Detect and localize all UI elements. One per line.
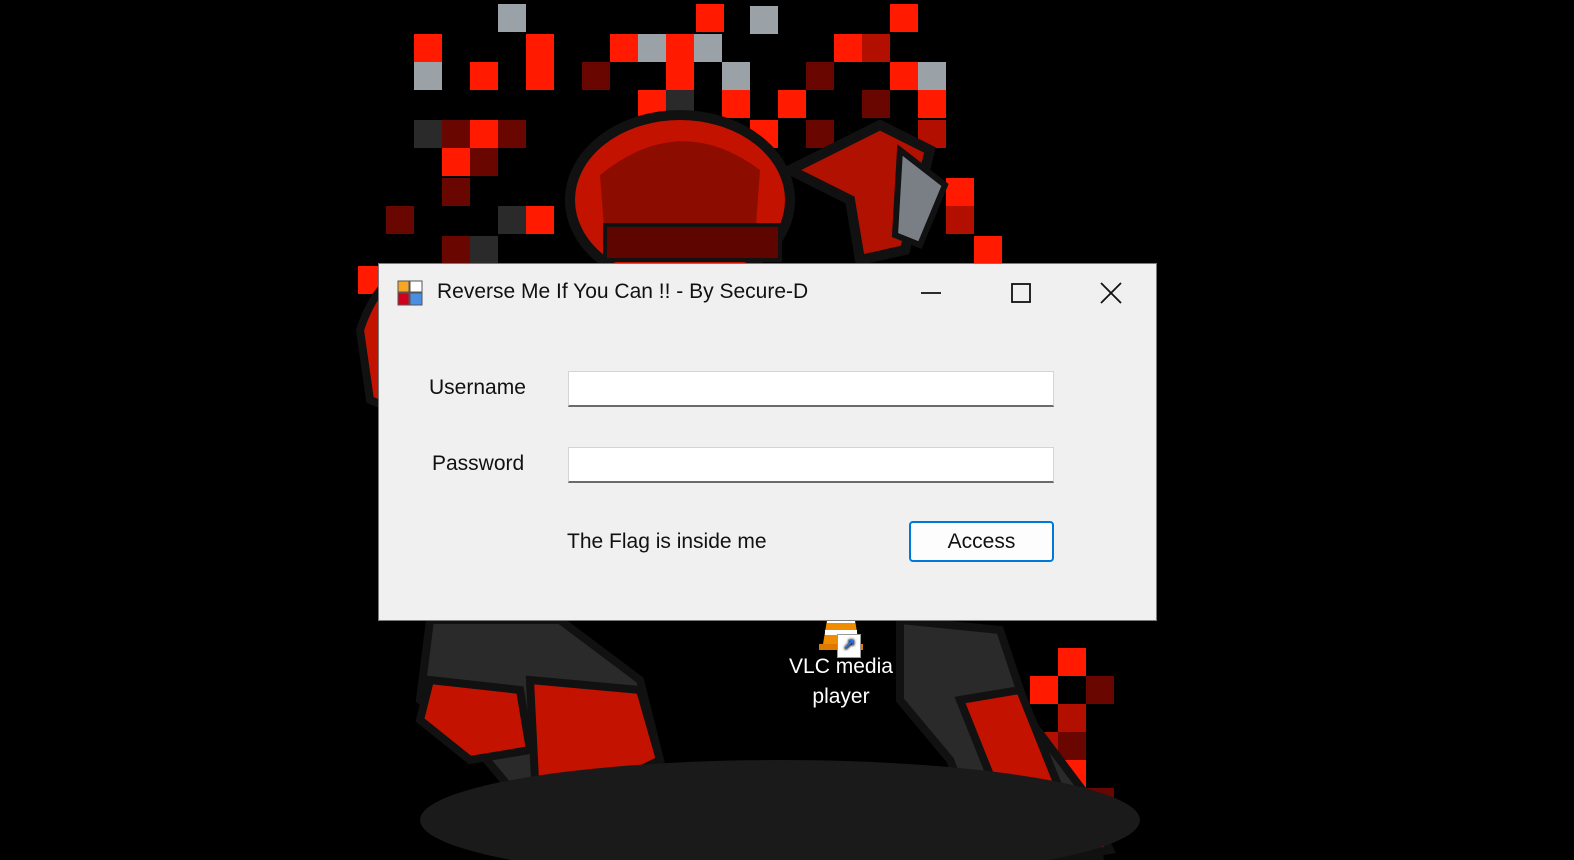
close-button[interactable]	[1066, 264, 1156, 322]
login-window: Reverse Me If You Can !! - By Secure-D U…	[378, 263, 1157, 621]
password-field[interactable]	[568, 447, 1054, 483]
close-icon	[1100, 282, 1122, 304]
desktop-wallpaper: ↗ VLC media player Reverse Me If You Can…	[0, 0, 1574, 860]
window-titlebar[interactable]: Reverse Me If You Can !! - By Secure-D	[379, 264, 1156, 322]
username-label: Username	[429, 376, 526, 399]
window-title: Reverse Me If You Can !! - By Secure-D	[437, 280, 809, 303]
password-label: Password	[432, 452, 525, 475]
maximize-button[interactable]	[976, 264, 1066, 322]
winforms-app-icon	[397, 280, 423, 306]
username-field[interactable]	[568, 371, 1054, 407]
access-button[interactable]: Access	[909, 521, 1054, 562]
minimize-icon	[921, 292, 941, 294]
flag-hint-label: The Flag is inside me	[567, 530, 767, 553]
desktop-icon-label-line2: player	[812, 685, 870, 708]
maximize-icon	[1011, 283, 1031, 303]
minimize-button[interactable]	[886, 264, 976, 322]
shortcut-arrow-icon: ↗	[837, 634, 861, 658]
